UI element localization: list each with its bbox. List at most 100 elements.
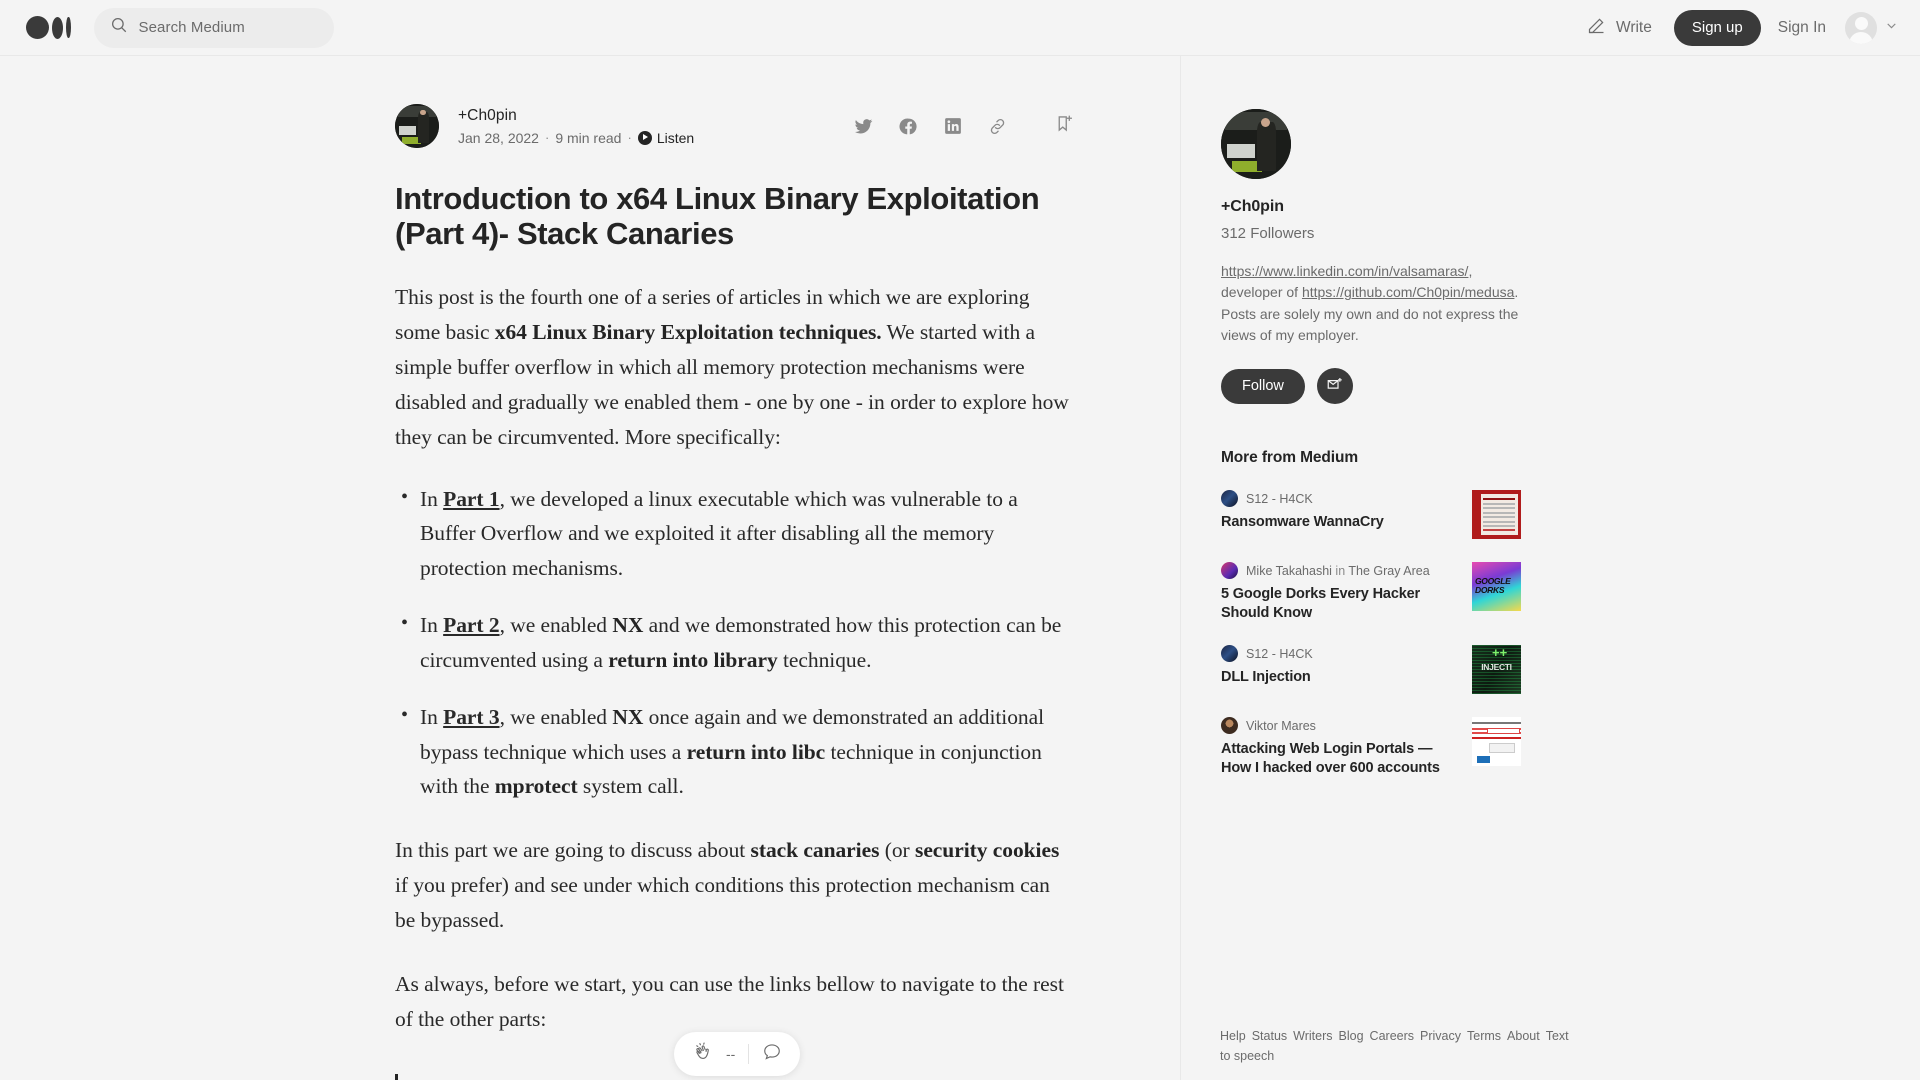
list-item: In Part 2, we enabled NX and we demonstr… (395, 607, 1075, 678)
bullet3-bold1: NX (612, 704, 644, 729)
footer-link-privacy[interactable]: Privacy (1420, 1029, 1461, 1043)
story-thumbnail: ++ INJECTI (1472, 645, 1521, 695)
user-avatar[interactable] (1845, 11, 1877, 44)
footer-link-help[interactable]: Help (1220, 1029, 1246, 1043)
follow-button[interactable]: Follow (1221, 368, 1305, 404)
subscribe-email-button[interactable] (1316, 368, 1353, 405)
copy-link-icon[interactable] (988, 117, 1007, 136)
story-thumbnail (1472, 717, 1521, 767)
story-author-avatar (1221, 717, 1238, 735)
article-byline: +Ch0pin Jan 28, 2022 · 9 min read · List… (395, 104, 1075, 148)
footer-link-terms[interactable]: Terms (1467, 1029, 1501, 1043)
story-author-name[interactable]: S12 - H4CK (1246, 647, 1313, 661)
byline-meta: Jan 28, 2022 · 9 min read · Listen (458, 130, 694, 146)
sidebar-author-name[interactable]: +Ch0pin (1221, 198, 1521, 216)
story-author-label: Mike Takahashi (1246, 563, 1332, 578)
list-item: In Part 1, we developed a linux executab… (395, 481, 1075, 586)
comment-icon[interactable] (762, 1042, 782, 1067)
bullet3-bold3: mprotect (494, 774, 578, 799)
sign-in-button[interactable]: Sign In (1761, 19, 1843, 37)
story-title[interactable]: Attacking Web Login Portals — How I hack… (1221, 740, 1458, 777)
envelope-plus-icon (1326, 375, 1344, 398)
page-body: +Ch0pin Jan 28, 2022 · 9 min read · List… (0, 56, 1920, 1080)
pencil-icon (1586, 15, 1607, 41)
story-publication: The Gray Area (1348, 563, 1430, 578)
bookmark-add-icon[interactable] (1054, 113, 1075, 139)
sidebar-column: +Ch0pin 312 Followers https://www.linked… (1181, 56, 1920, 1080)
sign-up-button[interactable]: Sign up (1673, 9, 1761, 46)
article-title: Introduction to x64 Linux Binary Exploit… (395, 181, 1040, 251)
para2-part3: if you prefer) and see under which condi… (395, 873, 1050, 932)
facebook-share-icon[interactable] (899, 117, 918, 136)
author-name[interactable]: +Ch0pin (458, 107, 694, 125)
story-author-name[interactable]: S12 - H4CK (1246, 492, 1313, 506)
author-avatar[interactable] (395, 104, 439, 148)
linkedin-share-icon[interactable] (944, 117, 962, 135)
follower-count: 312 Followers (1221, 225, 1315, 242)
chevron-down-icon[interactable] (1885, 19, 1898, 37)
write-button[interactable]: Write (1572, 15, 1666, 41)
bullet1-text1: In (420, 486, 444, 511)
bullet1-text2: , we developed a linux executable which … (420, 486, 1018, 581)
thumbnail-text: GOOGLE DORKS (1475, 576, 1511, 595)
search-icon (110, 16, 128, 39)
part-2-link[interactable]: Part 2 (443, 613, 499, 637)
story-author-name[interactable]: Mike Takahashi in The Gray Area (1246, 564, 1430, 578)
publish-date: Jan 28, 2022 (458, 129, 539, 146)
listen-label: Listen (656, 129, 695, 146)
linkedin-profile-link[interactable]: https://www.linkedin.com/in/valsamaras/ (1221, 263, 1468, 279)
footer-link-about[interactable]: About (1507, 1029, 1540, 1043)
story-title[interactable]: Ransomware WannaCry (1221, 513, 1458, 532)
medium-logo[interactable] (26, 16, 71, 39)
list-item[interactable]: S12 - H4CK DLL Injection ++ INJECTI (1221, 645, 1521, 695)
search-placeholder-text: Search Medium (138, 19, 245, 36)
list-item: In Part 3, we enabled NX once again and … (395, 699, 1075, 804)
article-action-bar: -- (674, 1032, 801, 1076)
footer-link-blog[interactable]: Blog (1339, 1029, 1364, 1043)
clap-icon[interactable] (692, 1041, 713, 1067)
bullet3-text2: , we enabled (499, 704, 613, 729)
more-from-medium-heading: More from Medium (1221, 449, 1359, 467)
article-column: +Ch0pin Jan 28, 2022 · 9 min read · List… (0, 56, 1181, 1080)
header-actions: Write Sign up Sign In (1572, 9, 1898, 46)
listen-button[interactable]: Listen (637, 129, 695, 146)
footer-link-status[interactable]: Status (1252, 1029, 1287, 1043)
list-item[interactable]: Mike Takahashi in The Gray Area 5 Google… (1221, 562, 1521, 622)
list-item[interactable]: S12 - H4CK Ransomware WannaCry (1221, 490, 1521, 540)
story-title[interactable]: DLL Injection (1221, 668, 1458, 687)
byline-text: +Ch0pin Jan 28, 2022 · 9 min read · List… (458, 107, 694, 146)
separator-dot-1: · (544, 130, 550, 145)
logo-ellipse-medium (52, 16, 63, 39)
story-author-avatar (1221, 490, 1238, 508)
parts-list: In Part 1, we developed a linux executab… (395, 481, 1075, 805)
story-title[interactable]: 5 Google Dorks Every Hacker Should Know (1221, 585, 1458, 622)
story-thumbnail (1472, 490, 1521, 540)
para2-part1: In this part we are going to discuss abo… (395, 838, 751, 863)
bullet2-text4: technique. (777, 647, 872, 672)
logo-circle-large (26, 16, 49, 39)
bullet3-bold2: return into libc (686, 739, 826, 764)
article-content: +Ch0pin Jan 28, 2022 · 9 min read · List… (395, 56, 1075, 1080)
bullet3-text1: In (420, 704, 444, 729)
in-word: in (1335, 563, 1346, 578)
part-1-link[interactable]: Part 1 (443, 487, 499, 511)
bullet2-text1: In (420, 613, 444, 638)
twitter-share-icon[interactable] (854, 117, 873, 136)
part-3-link[interactable]: Part 3 (443, 705, 499, 729)
footer-links: Help Status Writers Blog Careers Privacy Terms… (1220, 1026, 1569, 1067)
sidebar-author-avatar[interactable] (1221, 109, 1291, 179)
story-author-name[interactable]: Viktor Mares (1246, 719, 1316, 733)
list-item[interactable]: Viktor Mares Attacking Web Login Portals… (1221, 717, 1521, 777)
author-sidebar: +Ch0pin 312 Followers https://www.linked… (1221, 56, 1521, 777)
article-paragraph-3: As always, before we start, you can use … (395, 971, 1064, 1031)
thumbnail-text: INJECTI (1481, 662, 1512, 673)
thumbnail-plus-glyph: ++ (1492, 645, 1508, 661)
para2-bold1: stack canaries (750, 838, 880, 863)
play-icon (637, 130, 652, 145)
search-input[interactable]: Search Medium (93, 7, 334, 48)
footer-link-careers[interactable]: Careers (1370, 1029, 1414, 1043)
bullet3-text5: system call. (577, 774, 684, 799)
github-repo-link[interactable]: https://github.com/Ch0pin/medusa (1302, 284, 1514, 300)
footer-link-writers[interactable]: Writers (1293, 1029, 1332, 1043)
write-label: Write (1615, 18, 1652, 36)
